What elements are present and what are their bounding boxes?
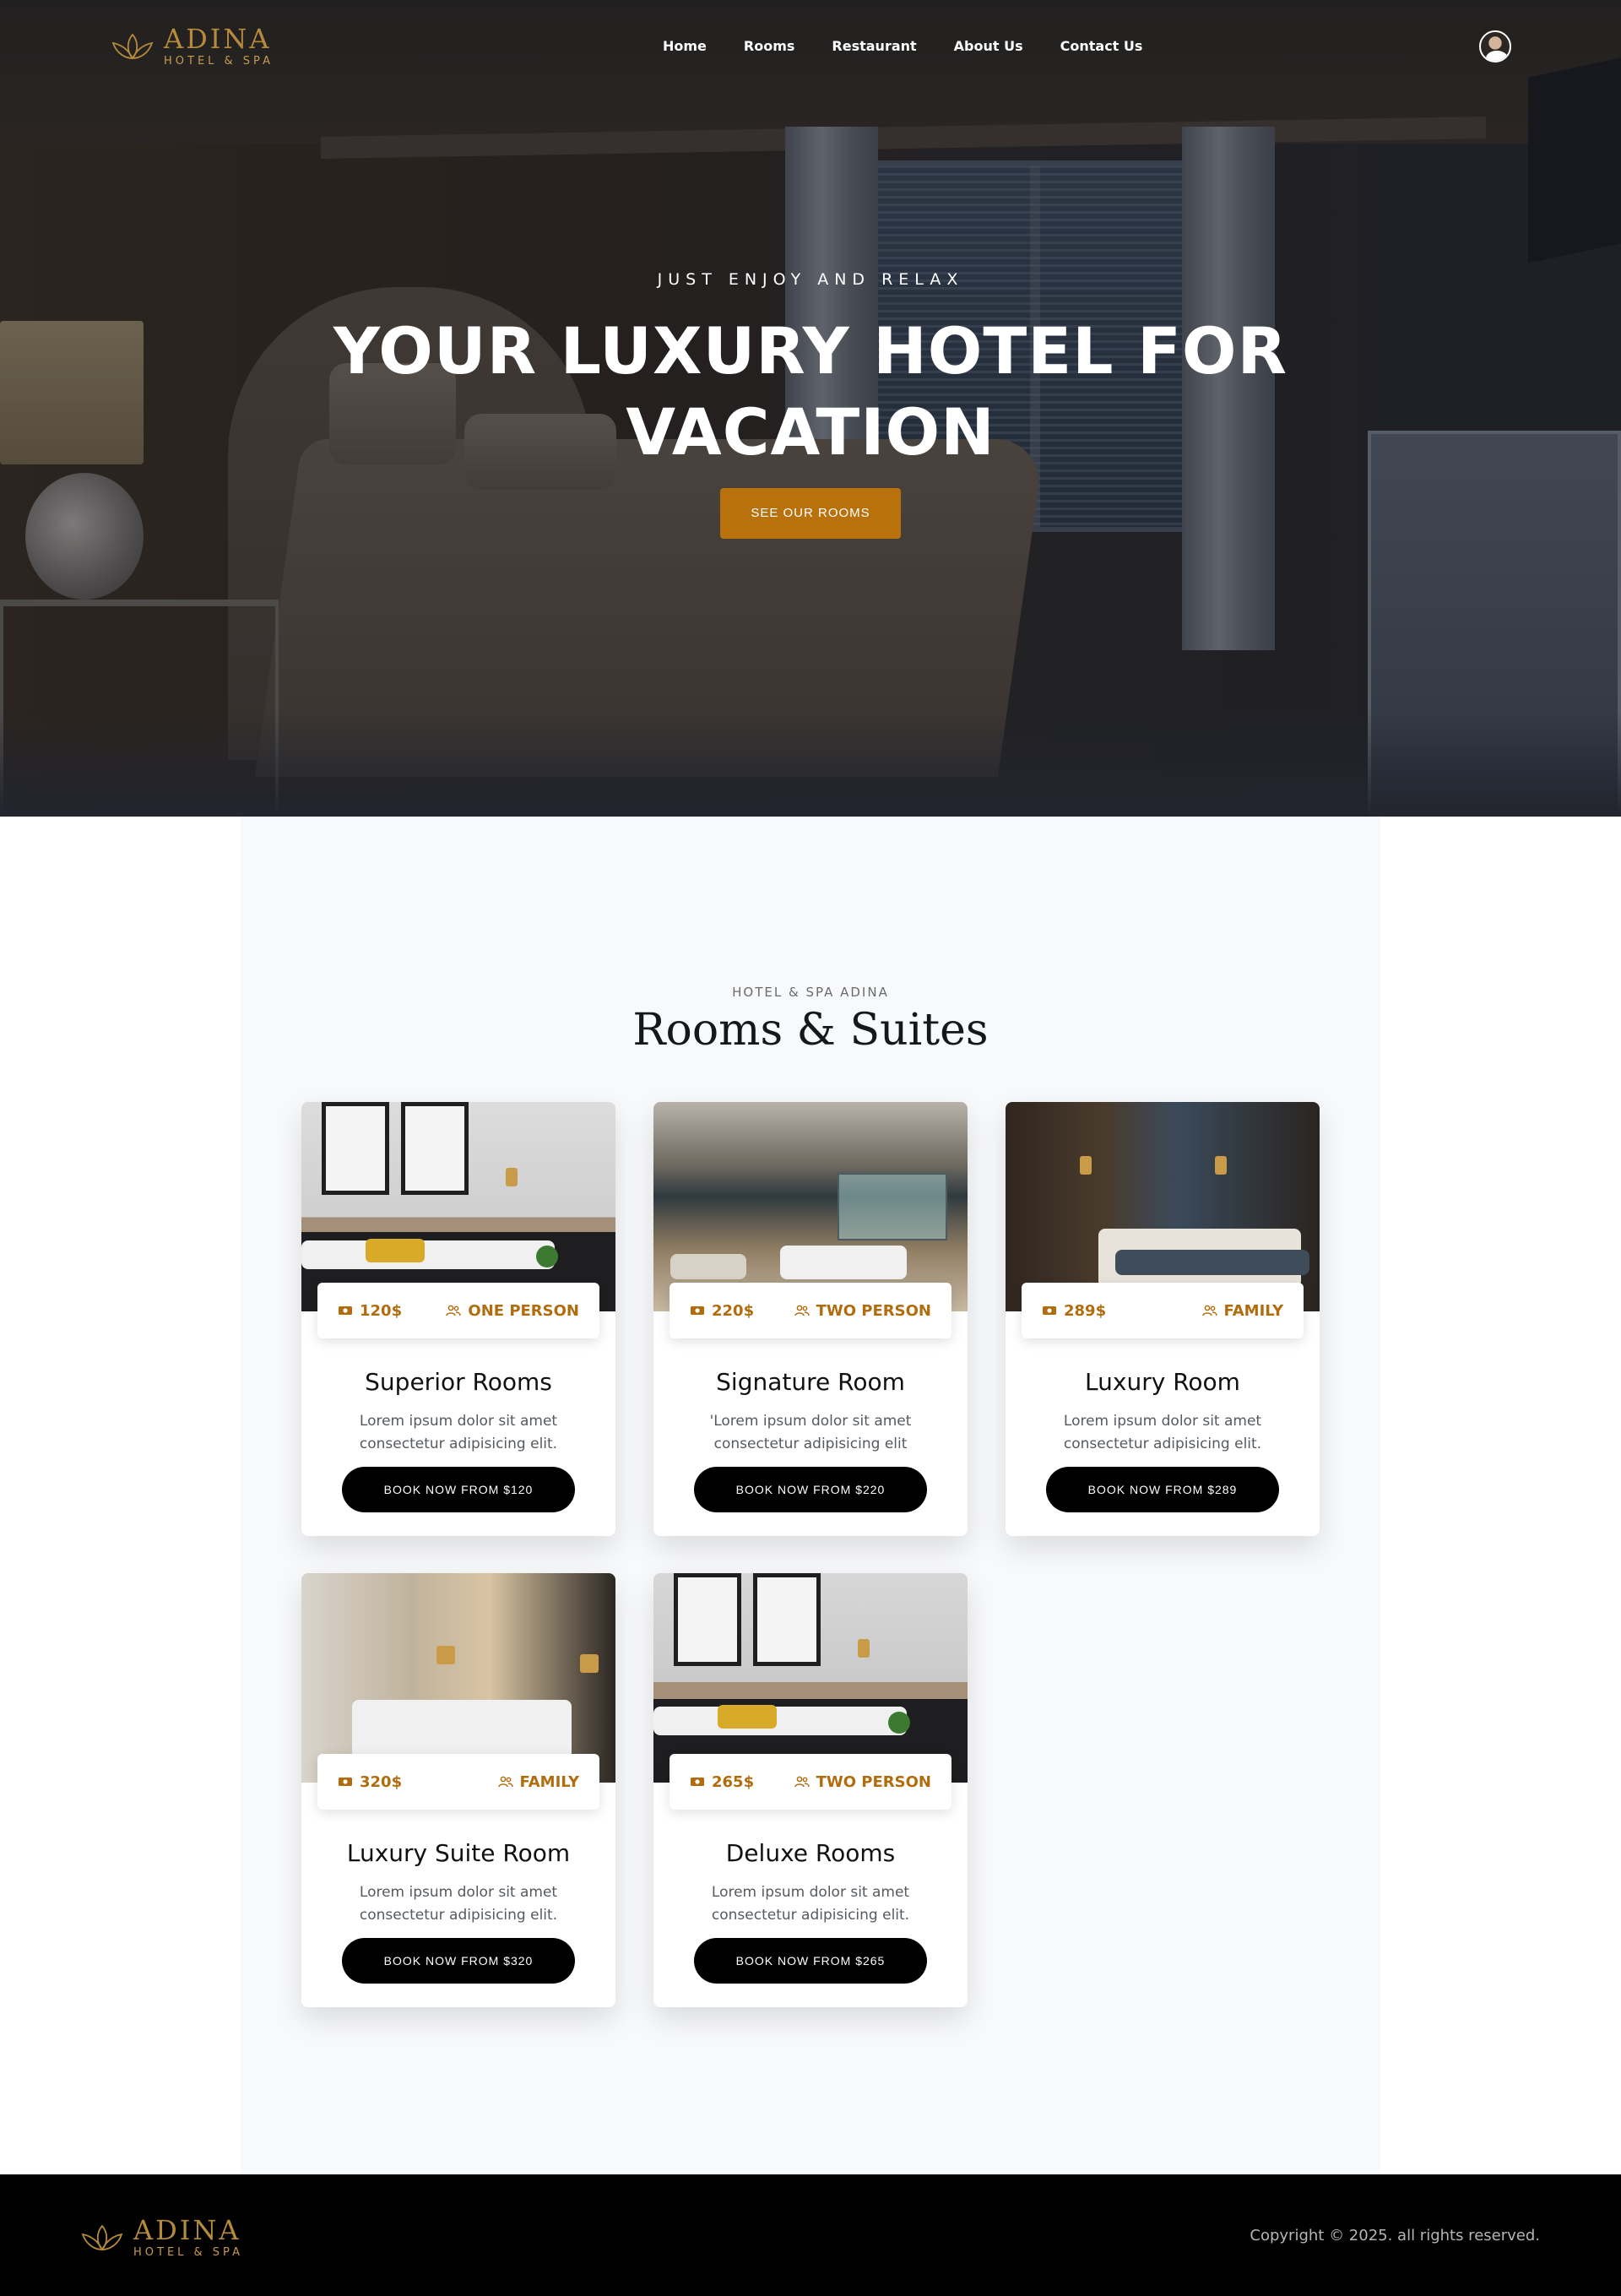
room-image-signature[interactable]	[653, 1102, 968, 1311]
room-image-suite[interactable]	[301, 1573, 615, 1783]
room-capacity: FAMILY	[1201, 1302, 1283, 1320]
room-image-luxury[interactable]	[1006, 1102, 1320, 1311]
room-card: 265$ TWO PERSON Deluxe Rooms Lorem ipsum…	[653, 1573, 968, 2007]
user-avatar[interactable]	[1479, 30, 1511, 62]
room-price: 265$	[690, 1773, 754, 1791]
room-description: Lorem ipsum dolor sit amet consectetur a…	[711, 1884, 910, 1924]
room-meta-bar: 320$ FAMILY	[317, 1754, 599, 1810]
room-meta-bar: 120$ ONE PERSON	[317, 1283, 599, 1338]
room-description: Lorem ipsum dolor sit amet consectetur a…	[359, 1884, 558, 1924]
room-card: 320$ FAMILY Luxury Suite Room Lorem ipsu…	[301, 1573, 615, 2007]
room-capacity: FAMILY	[497, 1773, 579, 1791]
room-capacity: TWO PERSON	[794, 1773, 931, 1791]
brand-name: ADINA	[164, 23, 272, 55]
rooms-eyebrow: HOTEL & SPA ADINA	[732, 985, 889, 1000]
room-image-superior[interactable]	[301, 1102, 615, 1311]
room-price: 320$	[338, 1773, 402, 1791]
room-price: 120$	[338, 1302, 402, 1320]
room-capacity: ONE PERSON	[446, 1302, 579, 1320]
room-title: Signature Room	[716, 1368, 905, 1396]
nav-link-restaurant[interactable]: Restaurant	[832, 38, 916, 54]
room-image-deluxe[interactable]	[653, 1573, 968, 1783]
room-meta-bar: 265$ TWO PERSON	[670, 1754, 951, 1810]
room-card: 289$ FAMILY Luxury Room Lorem ipsum dolo…	[1006, 1102, 1320, 1536]
copyright-text: Copyright © 2025. all rights reserved.	[1250, 2227, 1540, 2244]
nav-link-contact-us[interactable]: Contact Us	[1060, 38, 1143, 54]
rooms-title: Rooms & Suites	[632, 1005, 989, 1056]
book-now-button[interactable]: BOOK NOW FROM $320	[342, 1938, 575, 1984]
nav-link-rooms[interactable]: Rooms	[744, 38, 795, 54]
people-icon	[1201, 1305, 1217, 1316]
book-now-button[interactable]: BOOK NOW FROM $220	[694, 1467, 927, 1512]
nav-menu: Home Rooms Restaurant About Us Contact U…	[663, 38, 1142, 54]
book-now-button[interactable]: BOOK NOW FROM $289	[1046, 1467, 1279, 1512]
room-title: Deluxe Rooms	[725, 1839, 896, 1867]
book-now-button[interactable]: BOOK NOW FROM $265	[694, 1938, 927, 1984]
room-title: Superior Rooms	[365, 1368, 552, 1396]
hero-title: YOUR LUXURY HOTEL FOR VACATION	[0, 311, 1621, 473]
footer: ADINA HOTEL & SPA Copyright © 2025. all …	[0, 2174, 1621, 2296]
room-meta-bar: 289$ FAMILY	[1022, 1283, 1304, 1338]
money-icon	[1043, 1306, 1056, 1315]
money-icon	[339, 1778, 352, 1786]
hero-content: JUST ENJOY AND RELAX YOUR LUXURY HOTEL F…	[0, 270, 1621, 539]
brand-tagline: HOTEL & SPA	[164, 55, 274, 68]
room-meta-bar: 220$ TWO PERSON	[670, 1283, 951, 1338]
people-icon	[497, 1776, 513, 1788]
room-description: Lorem ipsum dolor sit amet consectetur a…	[359, 1413, 558, 1452]
brand-logo[interactable]: ADINA HOTEL & SPA	[110, 25, 274, 67]
people-icon	[446, 1305, 462, 1316]
room-price: 220$	[690, 1302, 754, 1320]
nav-link-about-us[interactable]: About Us	[954, 38, 1023, 54]
footer-logo[interactable]: ADINA HOTEL & SPA	[79, 2217, 243, 2258]
lotus-icon	[81, 2224, 123, 2250]
brand-tagline: HOTEL & SPA	[133, 2246, 243, 2259]
room-description: 'Lorem ipsum dolor sit amet consectetur …	[709, 1413, 912, 1452]
room-price: 289$	[1042, 1302, 1106, 1320]
money-icon	[339, 1306, 352, 1315]
see-our-rooms-button[interactable]: SEE OUR ROOMS	[720, 488, 901, 539]
room-title: Luxury Suite Room	[346, 1839, 571, 1867]
money-icon	[691, 1306, 704, 1315]
room-title: Luxury Room	[1085, 1368, 1240, 1396]
lotus-icon	[111, 33, 154, 59]
people-icon	[794, 1305, 810, 1316]
hero-title-line-1: YOUR LUXURY HOTEL FOR	[333, 313, 1288, 388]
hero-section: ADINA HOTEL & SPA Home Rooms Restaurant …	[0, 0, 1621, 817]
room-description: Lorem ipsum dolor sit amet consectetur a…	[1063, 1413, 1262, 1452]
room-card: 120$ ONE PERSON Superior Rooms Lorem ips…	[301, 1102, 615, 1536]
book-now-button[interactable]: BOOK NOW FROM $120	[342, 1467, 575, 1512]
room-capacity: TWO PERSON	[794, 1302, 931, 1320]
brand-name: ADINA	[133, 2214, 241, 2246]
room-card: 220$ TWO PERSON Signature Room 'Lorem ip…	[653, 1102, 968, 1536]
nav-link-home[interactable]: Home	[663, 38, 707, 54]
hero-eyebrow: JUST ENJOY AND RELAX	[657, 270, 964, 289]
money-icon	[691, 1778, 704, 1786]
people-icon	[794, 1776, 810, 1788]
hero-title-line-2: VACATION	[626, 394, 995, 470]
top-navigation: ADINA HOTEL & SPA Home Rooms Restaurant …	[0, 0, 1621, 93]
